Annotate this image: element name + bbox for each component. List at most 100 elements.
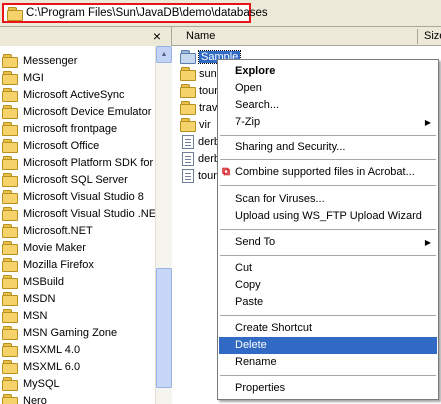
- column-divider[interactable]: [417, 29, 418, 44]
- folder-icon: [2, 343, 18, 357]
- list-item[interactable]: trav: [180, 99, 217, 116]
- menu-item-explore[interactable]: Explore: [219, 63, 437, 80]
- folder-icon: [7, 7, 23, 21]
- menu-separator: [220, 185, 436, 186]
- tree-item-microsoft-device-emulator[interactable]: Microsoft Device Emulator: [2, 103, 151, 120]
- menu-item-upload-wsftp[interactable]: Upload using WS_FTP Upload Wizard: [219, 208, 437, 225]
- folder-icon: [2, 122, 18, 136]
- tree-item-microsoft-office[interactable]: Microsoft Office: [2, 137, 99, 154]
- menu-item-rename[interactable]: Rename: [219, 354, 437, 371]
- menu-item-scan-viruses[interactable]: Scan for Viruses...: [219, 191, 437, 208]
- folder-icon: [2, 360, 18, 374]
- folder-icon: [2, 275, 18, 289]
- tree-item-microsoft-platform-sdk[interactable]: Microsoft Platform SDK for W: [2, 154, 155, 171]
- column-header-size[interactable]: Size: [424, 30, 441, 42]
- menu-item-label: Combine supported files in Acrobat...: [235, 166, 415, 178]
- tree-item-messenger[interactable]: Messenger: [2, 52, 77, 69]
- folder-tree: Messenger MGI Microsoft ActiveSync Micro…: [0, 46, 155, 404]
- folder-icon: [180, 101, 196, 115]
- menu-item-send-to[interactable]: Send To ▶: [219, 234, 437, 251]
- tree-item-msn[interactable]: MSN: [2, 307, 47, 324]
- tree-item-msbuild[interactable]: MSBuild: [2, 273, 64, 290]
- folder-icon: [2, 71, 18, 85]
- list-item[interactable]: tour: [180, 82, 218, 99]
- folder-icon: [2, 156, 18, 170]
- list-item[interactable]: derb: [180, 150, 220, 167]
- folder-icon: [180, 84, 196, 98]
- folder-icon: [2, 190, 18, 204]
- menu-item-7zip[interactable]: 7-Zip ▶: [219, 114, 437, 131]
- folder-icon: [180, 118, 196, 132]
- folder-icon: [180, 67, 196, 81]
- tree-item-nero[interactable]: Nero: [2, 392, 47, 404]
- menu-item-create-shortcut[interactable]: Create Shortcut: [219, 320, 437, 337]
- list-item[interactable]: sun-: [180, 65, 220, 82]
- address-field[interactable]: C:\Program Files\Sun\JavaDB\demo\databas…: [2, 3, 268, 23]
- context-menu: Explore Open Search... 7-Zip ▶ Sharing a…: [217, 59, 439, 400]
- tree-item-microsoft-sql-server[interactable]: Microsoft SQL Server: [2, 171, 128, 188]
- folder-icon: [2, 292, 18, 306]
- menu-item-combine-acrobat[interactable]: ⧉ Combine supported files in Acrobat...: [219, 164, 437, 181]
- file-icon: [182, 151, 194, 166]
- folders-pane-header: ×: [0, 27, 172, 46]
- tree-item-msn-gaming-zone[interactable]: MSN Gaming Zone: [2, 324, 117, 341]
- file-icon: [182, 168, 194, 183]
- menu-separator: [220, 315, 436, 316]
- tree-scrollbar[interactable]: ▲: [155, 46, 172, 404]
- tree-item-mgi[interactable]: MGI: [2, 69, 44, 86]
- tree-item-microsoft-frontpage[interactable]: microsoft frontpage: [2, 120, 117, 137]
- tree-item-mozilla-firefox[interactable]: Mozilla Firefox: [2, 256, 94, 273]
- address-path: C:\Program Files\Sun\JavaDB\demo\databas…: [26, 7, 268, 19]
- folder-icon: [2, 309, 18, 323]
- menu-item-paste[interactable]: Paste: [219, 294, 437, 311]
- close-icon[interactable]: ×: [153, 28, 161, 44]
- folder-icon: [2, 88, 18, 102]
- scroll-thumb[interactable]: [156, 268, 172, 388]
- menu-item-search[interactable]: Search...: [219, 97, 437, 114]
- scroll-up-icon[interactable]: ▲: [156, 46, 172, 63]
- tree-item-microsoft-dotnet[interactable]: Microsoft.NET: [2, 222, 93, 239]
- menu-separator: [220, 375, 436, 376]
- folder-icon: [2, 139, 18, 153]
- list-item[interactable]: tour: [180, 167, 217, 184]
- menu-separator: [220, 229, 436, 230]
- menu-separator: [220, 159, 436, 160]
- tree-item-msdn[interactable]: MSDN: [2, 290, 55, 307]
- file-icon: [182, 134, 194, 149]
- tree-item-microsoft-activesync[interactable]: Microsoft ActiveSync: [2, 86, 124, 103]
- menu-item-properties[interactable]: Properties: [219, 380, 437, 397]
- tree-item-mysql[interactable]: MySQL: [2, 375, 60, 392]
- tree-item-msxml-4[interactable]: MSXML 4.0: [2, 341, 80, 358]
- menu-separator: [220, 135, 436, 136]
- folder-icon: [2, 105, 18, 119]
- folder-icon: [2, 207, 18, 221]
- menu-item-label: 7-Zip: [235, 116, 261, 128]
- folder-icon: [2, 258, 18, 272]
- submenu-arrow-icon: ▶: [424, 238, 431, 247]
- tree-item-microsoft-visual-studio-8[interactable]: Microsoft Visual Studio 8: [2, 188, 144, 205]
- tree-item-microsoft-visual-studio-net[interactable]: Microsoft Visual Studio .NET: [2, 205, 155, 222]
- menu-item-copy[interactable]: Copy: [219, 277, 437, 294]
- folder-icon: [2, 224, 18, 238]
- folder-icon: [2, 173, 18, 187]
- folder-icon: [180, 50, 196, 64]
- folder-icon: [2, 241, 18, 255]
- menu-item-sharing-security[interactable]: Sharing and Security...: [219, 139, 437, 156]
- folder-icon: [2, 377, 18, 391]
- column-header-name[interactable]: Name: [186, 30, 215, 42]
- list-item[interactable]: derb: [180, 133, 220, 150]
- file-list-header: Name Size: [172, 27, 441, 46]
- address-bar: C:\Program Files\Sun\JavaDB\demo\databas…: [0, 0, 441, 27]
- menu-item-cut[interactable]: Cut: [219, 260, 437, 277]
- tree-item-movie-maker[interactable]: Movie Maker: [2, 239, 86, 256]
- menu-separator: [220, 255, 436, 256]
- tree-item-msxml-6[interactable]: MSXML 6.0: [2, 358, 80, 375]
- menu-item-open[interactable]: Open: [219, 80, 437, 97]
- list-item[interactable]: vir: [180, 116, 211, 133]
- folder-icon: [2, 394, 18, 404]
- menu-item-delete[interactable]: Delete: [219, 337, 437, 354]
- submenu-arrow-icon: ▶: [424, 118, 431, 127]
- folder-icon: [2, 54, 18, 68]
- menu-item-label: Send To: [235, 236, 276, 248]
- folder-icon: [2, 326, 18, 340]
